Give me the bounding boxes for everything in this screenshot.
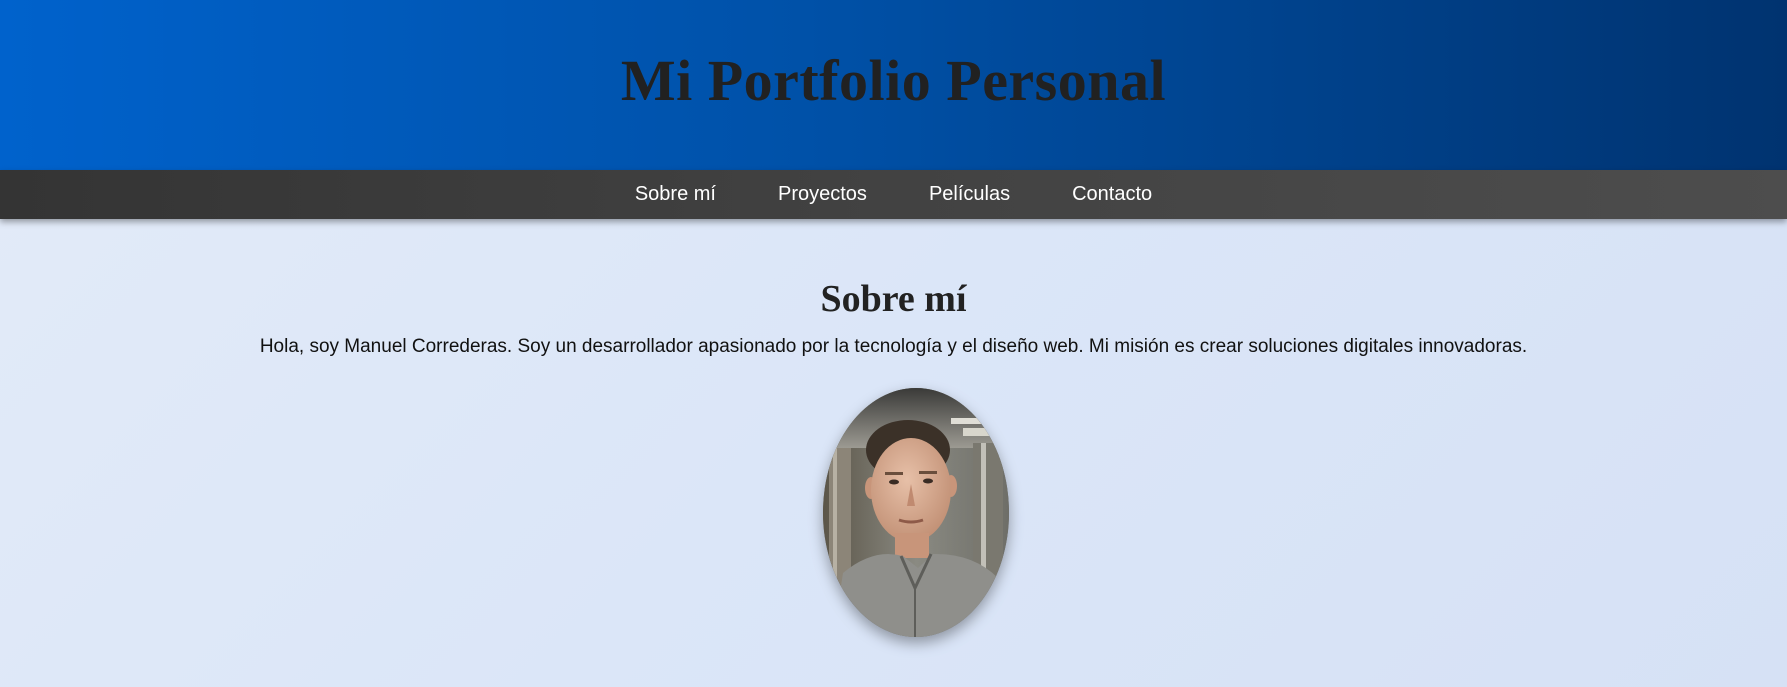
nav-link-contacto[interactable]: Contacto (1072, 183, 1152, 206)
nav-link-sobre-mi[interactable]: Sobre mí (635, 183, 716, 206)
nav-link-peliculas[interactable]: Películas (929, 183, 1010, 206)
about-text: Hola, soy Manuel Correderas. Soy un desa… (259, 336, 1528, 357)
site-header: Mi Portfolio Personal (0, 0, 1787, 170)
main-nav: Sobre mí Proyectos Películas Contacto (0, 170, 1787, 219)
about-heading: Sobre mí (820, 278, 967, 320)
about-section: Sobre mí Hola, soy Manuel Correderas. So… (0, 219, 1787, 359)
profile-photo (823, 388, 1009, 637)
profile-photo-illustration (823, 388, 1009, 637)
site-title: Mi Portfolio Personal (620, 47, 1167, 113)
nav-link-proyectos[interactable]: Proyectos (778, 183, 867, 206)
